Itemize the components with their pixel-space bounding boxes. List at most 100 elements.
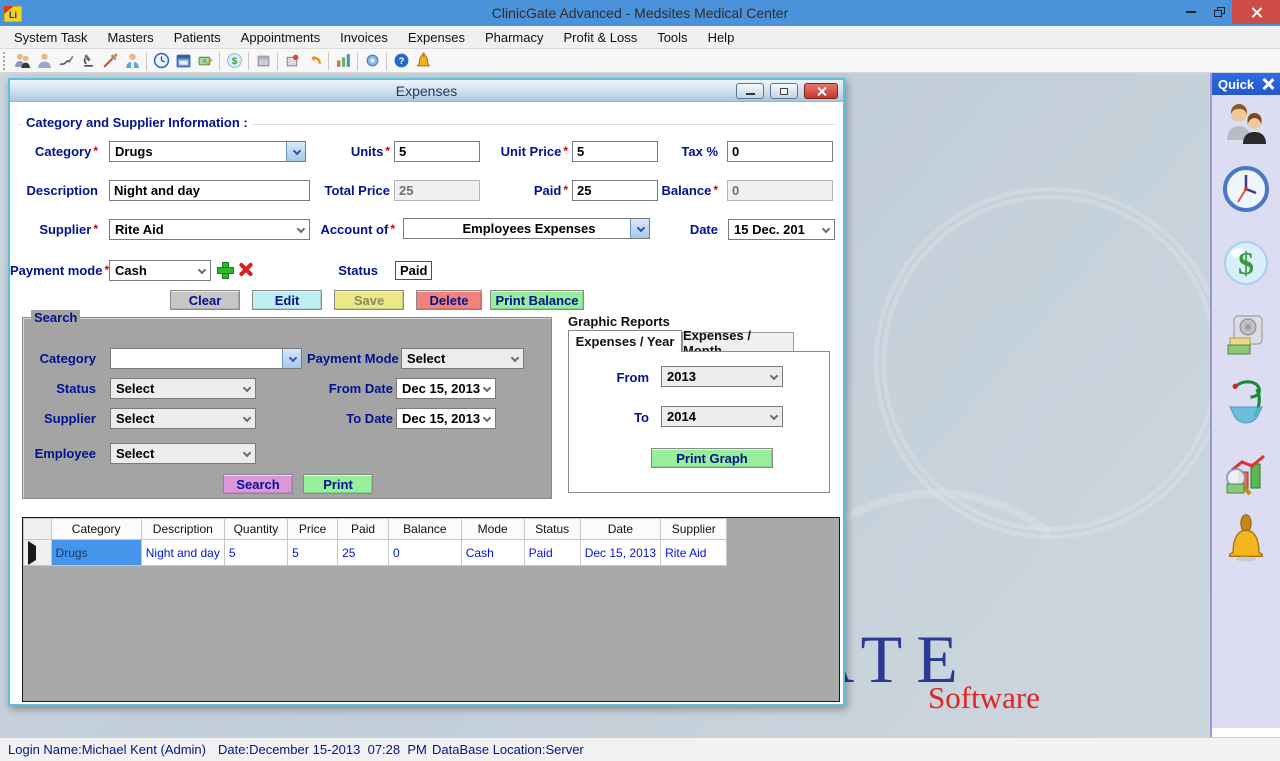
cell-quantity[interactable]: 5 [224, 540, 287, 566]
dialog-titlebar[interactable]: Expenses [10, 80, 843, 102]
menu-invoices[interactable]: Invoices [330, 27, 398, 48]
help-icon[interactable]: ? [390, 51, 412, 71]
search-employee-value: Select [116, 446, 154, 461]
quick-reminder-bell-icon[interactable] [1221, 507, 1271, 571]
undo-arrow-icon[interactable] [303, 51, 325, 71]
clear-button[interactable]: Clear [170, 290, 240, 310]
save-button[interactable]: Save [334, 290, 404, 310]
category-combo[interactable]: Drugs [109, 141, 306, 162]
close-button[interactable] [1232, 0, 1280, 24]
col-description[interactable]: Description [141, 519, 224, 540]
search-status-combo[interactable]: Select [110, 378, 256, 399]
search-employee-combo[interactable]: Select [110, 443, 256, 464]
col-mode[interactable]: Mode [461, 519, 524, 540]
quick-close-icon[interactable] [1262, 78, 1274, 90]
cell-price[interactable]: 5 [288, 540, 338, 566]
microscope-icon[interactable] [77, 51, 99, 71]
invoice-money-icon[interactable] [194, 51, 216, 71]
delete-button[interactable]: Delete [416, 290, 482, 310]
menu-patients[interactable]: Patients [164, 27, 231, 48]
print-graph-button[interactable]: Print Graph [651, 448, 773, 468]
cell-status[interactable]: Paid [524, 540, 580, 566]
graph-to-combo[interactable]: 2014 [661, 406, 783, 427]
dropdown-button[interactable] [630, 219, 649, 238]
dialog-maximize-button[interactable] [770, 83, 798, 99]
add-payment-mode-icon[interactable] [217, 262, 232, 277]
col-date[interactable]: Date [580, 519, 660, 540]
col-price[interactable]: Price [288, 519, 338, 540]
tax-field[interactable] [727, 141, 833, 162]
quick-pharmacy-bowl-icon[interactable] [1221, 371, 1271, 441]
tab-expenses-month[interactable]: Expenses / Month [682, 332, 794, 352]
menu-masters[interactable]: Masters [97, 27, 163, 48]
cash-register-icon[interactable] [172, 51, 194, 71]
print-button[interactable]: Print [303, 474, 373, 494]
delete-payment-mode-icon[interactable] [238, 262, 253, 277]
row-selector-cell[interactable] [24, 540, 52, 566]
cell-date[interactable]: Dec 15, 2013 [580, 540, 660, 566]
toolbar-separator [357, 52, 358, 70]
dialog-minimize-button[interactable] [736, 83, 764, 99]
quick-payments-safe-icon[interactable] [1221, 311, 1271, 361]
dropdown-button[interactable] [286, 142, 305, 161]
supplier-combo[interactable]: Rite Aid [109, 219, 310, 240]
prescription-icon[interactable] [55, 51, 77, 71]
menu-profit-loss[interactable]: Profit & Loss [554, 27, 648, 48]
menu-appointments[interactable]: Appointments [231, 27, 331, 48]
tab-expenses-year[interactable]: Expenses / Year [568, 330, 682, 352]
patient-icon[interactable] [33, 51, 55, 71]
cell-description[interactable]: Night and day [141, 540, 224, 566]
patients-group-icon[interactable] [11, 51, 33, 71]
cell-supplier[interactable]: Rite Aid [661, 540, 727, 566]
search-payment-mode-combo[interactable]: Select [401, 348, 524, 369]
from-date-combo[interactable]: Dec 15, 2013 [396, 378, 496, 399]
clock-icon[interactable] [150, 51, 172, 71]
doctor-icon[interactable] [121, 51, 143, 71]
search-button[interactable]: Search [223, 474, 293, 494]
menu-help[interactable]: Help [698, 27, 745, 48]
cell-category[interactable]: Drugs [51, 540, 141, 566]
minimize-button[interactable] [1178, 0, 1204, 24]
settings-gear-icon[interactable] [361, 51, 383, 71]
expenses-dollar-icon[interactable]: $ [223, 51, 245, 71]
search-category-combo[interactable] [110, 348, 302, 369]
dialog-close-button[interactable] [804, 83, 838, 99]
quick-expenses-dollar-icon[interactable]: $ [1221, 236, 1271, 290]
cell-balance[interactable]: 0 [388, 540, 461, 566]
col-category[interactable]: Category [51, 519, 141, 540]
search-supplier-combo[interactable]: Select [110, 408, 256, 429]
menu-system-task[interactable]: System Task [4, 27, 97, 48]
col-paid[interactable]: Paid [338, 519, 389, 540]
col-supplier[interactable]: Supplier [661, 519, 727, 540]
description-field[interactable] [109, 180, 310, 201]
graph-from-combo[interactable]: 2013 [661, 366, 783, 387]
quick-appointments-clock-icon[interactable] [1221, 162, 1271, 216]
cell-mode[interactable]: Cash [461, 540, 524, 566]
reminder-bell-icon[interactable] [412, 51, 434, 71]
purchase-box-icon[interactable] [281, 51, 303, 71]
menu-tools[interactable]: Tools [647, 27, 697, 48]
expenses-grid[interactable]: Category Description Quantity Price Paid… [22, 517, 840, 702]
payment-mode-combo[interactable]: Cash [109, 260, 211, 281]
unit-price-field[interactable] [572, 141, 658, 162]
date-combo[interactable]: 15 Dec. 201 [728, 219, 835, 240]
syringe-icon[interactable] [99, 51, 121, 71]
restore-button[interactable] [1206, 0, 1232, 24]
profit-chart-icon[interactable] [332, 51, 354, 71]
dropdown-button[interactable] [282, 349, 301, 368]
menu-pharmacy[interactable]: Pharmacy [475, 27, 554, 48]
col-quantity[interactable]: Quantity [224, 519, 287, 540]
quick-reports-chart-icon[interactable] [1221, 451, 1271, 501]
col-balance[interactable]: Balance [388, 519, 461, 540]
edit-button[interactable]: Edit [252, 290, 322, 310]
units-field[interactable] [394, 141, 480, 162]
inventory-box-icon[interactable] [252, 51, 274, 71]
cell-paid[interactable]: 25 [338, 540, 389, 566]
table-row[interactable]: Drugs Night and day 5 5 25 0 Cash Paid D… [24, 540, 839, 566]
menu-expenses[interactable]: Expenses [398, 27, 475, 48]
col-status[interactable]: Status [524, 519, 580, 540]
to-date-combo[interactable]: Dec 15, 2013 [396, 408, 496, 429]
print-balance-button[interactable]: Print Balance [490, 290, 584, 310]
account-of-combo[interactable]: Employees Expenses [403, 218, 650, 239]
quick-patients-icon[interactable] [1221, 97, 1271, 151]
